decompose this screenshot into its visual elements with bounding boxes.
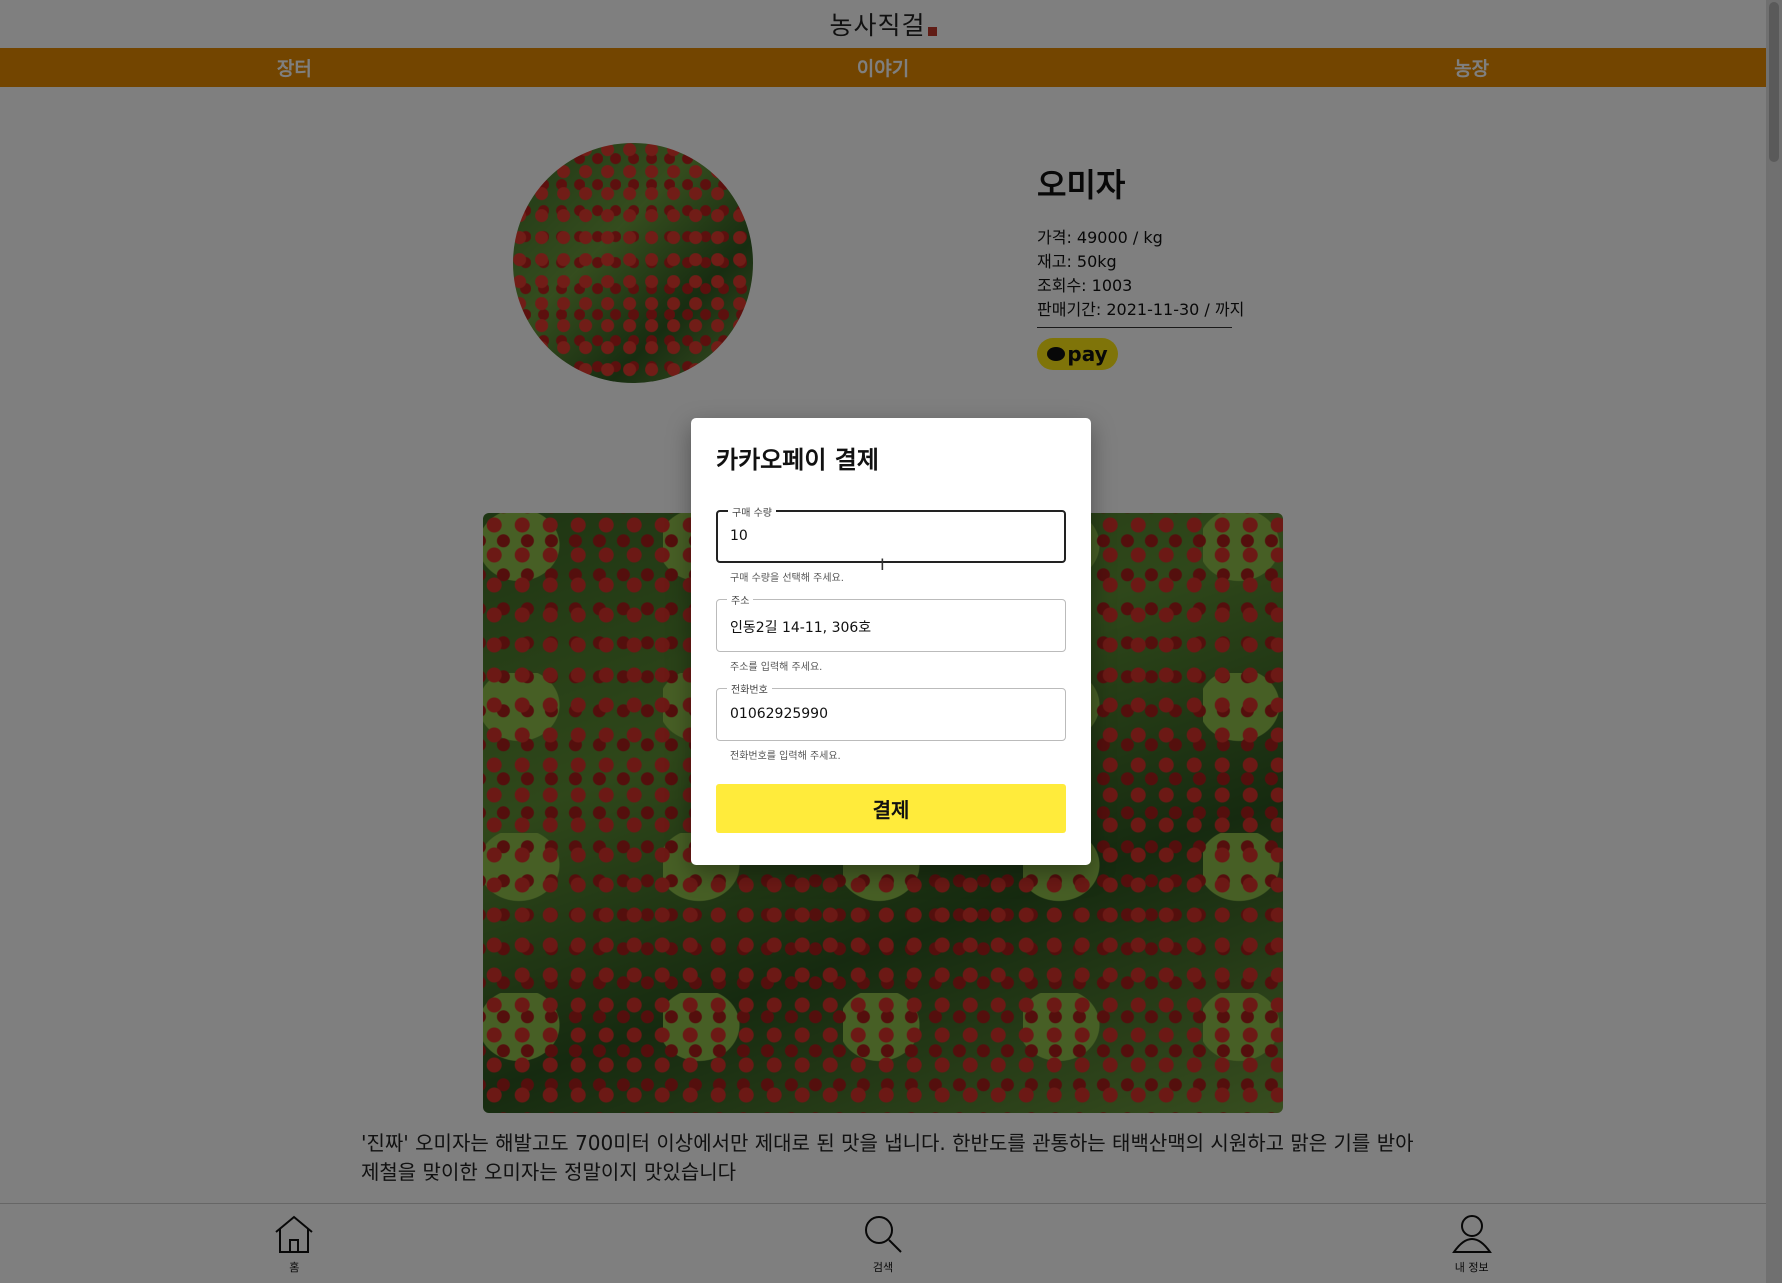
quantity-helper: 구매 수량을 선택해 주세요. — [730, 573, 844, 584]
phone-helper: 전화번호를 입력해 주세요. — [730, 751, 841, 762]
phone-label: 전화번호 — [727, 681, 772, 696]
address-helper: 주소를 입력해 주세요. — [730, 662, 823, 673]
address-value: 인동2길 14-11, 306호 — [730, 620, 872, 636]
modal-title: 카카오페이 결제 — [716, 446, 879, 474]
quantity-label: 구매 수량 — [728, 504, 776, 519]
quantity-value: 10 — [730, 528, 748, 544]
address-input[interactable]: 주소 인동2길 14-11, 306호 — [716, 592, 1066, 652]
quantity-input[interactable]: 구매 수량 10 I — [716, 504, 1066, 574]
address-label: 주소 — [727, 592, 754, 607]
phone-input[interactable]: 전화번호 01062925990 — [716, 681, 1066, 741]
kakaopay-modal: 카카오페이 결제 구매 수량 10 I 구매 수량을 선택해 주세요. 주소 인… — [691, 418, 1091, 865]
phone-field: 전화번호 01062925990 전화번호를 입력해 주세요. — [716, 681, 1066, 762]
phone-value: 01062925990 — [730, 706, 828, 722]
pay-submit-button[interactable]: 결제 — [716, 784, 1066, 833]
address-field: 주소 인동2길 14-11, 306호 주소를 입력해 주세요. — [716, 592, 1066, 673]
quantity-field: 구매 수량 10 I 구매 수량을 선택해 주세요. — [716, 504, 1066, 584]
text-cursor-icon: I — [880, 555, 885, 574]
